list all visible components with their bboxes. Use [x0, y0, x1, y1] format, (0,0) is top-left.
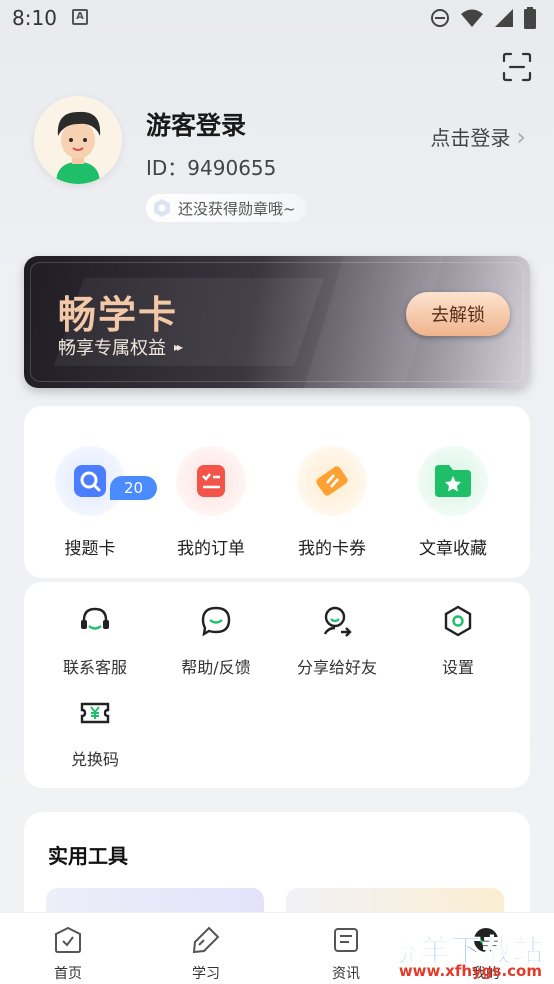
avatar-illustration	[34, 96, 122, 184]
username[interactable]: 游客登录	[146, 106, 246, 142]
nav-label: 首页	[54, 966, 82, 982]
quick-action-label: 文章收藏	[419, 539, 487, 559]
quick-action-label: 我的卡券	[298, 539, 366, 559]
status-time: 8:10	[12, 6, 57, 30]
wifi-icon	[461, 9, 483, 27]
watermark-url: www.xfhygs.com	[398, 962, 542, 980]
quick-action-favorites[interactable]: 文章收藏	[393, 446, 513, 559]
minus-circle-icon	[431, 9, 449, 27]
share-user-icon	[323, 606, 352, 637]
unlock-button[interactable]: 去解锁	[406, 292, 510, 336]
hexagon-gear-icon	[444, 605, 472, 637]
chevron-right-icon: ›	[516, 122, 526, 151]
order-list-icon	[176, 446, 246, 516]
service-label: 联系客服	[62, 658, 127, 677]
coupon-icon	[297, 446, 367, 516]
login-link[interactable]: 点击登录 ›	[430, 122, 526, 151]
avatar[interactable]	[34, 96, 122, 184]
login-link-label: 点击登录	[430, 126, 511, 150]
vip-card-subtitle-text: 畅享专属权益	[58, 338, 166, 359]
star-folder-icon	[418, 446, 488, 516]
quick-action-search-card[interactable]: 搜题卡 20	[30, 446, 158, 559]
vip-card-subtitle: 畅享专属权益 ▸▸	[58, 334, 183, 360]
signal-icon	[495, 9, 513, 27]
headset-icon	[81, 607, 109, 630]
service-help-feedback[interactable]: 帮助/反馈	[156, 604, 276, 678]
service-redeem-code[interactable]: 兑换码	[35, 696, 155, 770]
site-watermark: 晓羊下载站 www.xfhygs.com	[374, 918, 550, 982]
news-icon	[334, 928, 358, 952]
service-settings[interactable]: 设置	[398, 604, 518, 678]
home-check-icon	[55, 926, 81, 953]
quick-actions-card: 搜题卡 20 我的订单 我的卡券 文章收藏	[24, 406, 530, 578]
service-label: 兑换码	[70, 750, 119, 769]
service-share-friends[interactable]: 分享给好友	[277, 604, 397, 678]
status-icons	[430, 6, 536, 30]
nav-label: 学习	[192, 966, 220, 982]
service-label: 分享给好友	[296, 658, 377, 677]
yen-ticket-icon	[80, 702, 110, 724]
quick-action-coupons[interactable]: 我的卡券	[272, 446, 392, 559]
chat-bubble-icon	[201, 606, 231, 637]
quick-action-orders[interactable]: 我的订单	[151, 446, 271, 559]
quick-action-label: 搜题卡	[64, 539, 116, 559]
battery-icon	[524, 7, 536, 29]
double-arrow-icon: ▸▸	[174, 340, 183, 354]
nav-home[interactable]: 首页	[28, 925, 108, 983]
quick-action-label: 我的订单	[177, 539, 245, 559]
scan-icon[interactable]	[502, 52, 532, 82]
medal-hexagon-icon	[154, 199, 170, 217]
tools-title: 实用工具	[48, 844, 128, 868]
medal-badge-pill[interactable]: 还没获得勋章哦~	[146, 194, 306, 222]
service-contact-support[interactable]: 联系客服	[35, 604, 155, 678]
service-label: 设置	[441, 658, 474, 677]
services-card: 联系客服 帮助/反馈 分享给好友 设置 兑换码	[24, 582, 530, 788]
nav-study[interactable]: 学习	[166, 925, 246, 983]
user-id: ID：9490655	[146, 156, 277, 180]
pencil-tag-icon	[192, 926, 220, 954]
vip-card-title: 畅学卡	[58, 293, 179, 337]
vip-card[interactable]: 畅学卡 畅享专属权益 ▸▸ 去解锁	[24, 256, 530, 388]
medal-badge-text: 还没获得勋章哦~	[178, 199, 296, 218]
notification-a-icon: A	[72, 9, 88, 25]
service-label: 帮助/反馈	[181, 658, 251, 677]
